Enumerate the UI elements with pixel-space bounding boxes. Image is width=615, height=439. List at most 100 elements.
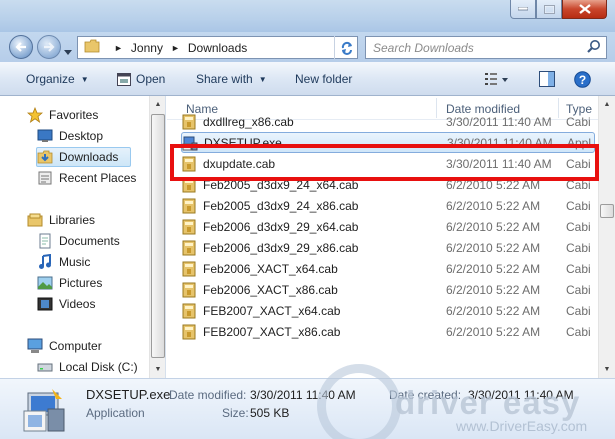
scroll-down-button[interactable]: ▼: [599, 361, 615, 377]
cab-icon: [181, 324, 197, 340]
nav-videos[interactable]: Videos: [37, 294, 95, 314]
scroll-down-button[interactable]: ▼: [150, 361, 165, 377]
file-type: Cabi: [566, 303, 591, 318]
back-button[interactable]: [9, 35, 33, 59]
preview-pane-button[interactable]: [539, 71, 555, 90]
file-row[interactable]: Feb2005_d3dx9_24_x86.cab 6/2/2010 5:22 AM…: [181, 195, 595, 216]
file-type: Cabi: [566, 324, 591, 339]
nav-local-disk[interactable]: Local Disk (C:): [37, 357, 138, 377]
help-button[interactable]: ?: [574, 71, 591, 91]
file-date-modified: 6/2/2010 5:22 AM: [446, 282, 541, 297]
forward-button[interactable]: [37, 35, 61, 59]
open-button[interactable]: Open: [117, 62, 165, 96]
breadcrumb-item-downloads[interactable]: Downloads: [188, 41, 247, 55]
nav-computer[interactable]: Computer: [27, 336, 102, 356]
file-row[interactable]: FEB2007_XACT_x86.cab 6/2/2010 5:22 AM Cabi: [181, 321, 595, 342]
nav-computer-label: Computer: [49, 339, 102, 353]
scroll-up-button[interactable]: ▲: [150, 96, 165, 112]
music-note-icon: [37, 254, 53, 270]
title-bar: [0, 0, 615, 32]
file-row[interactable]: Feb2006_d3dx9_29_x64.cab 6/2/2010 5:22 AM…: [181, 216, 595, 237]
new-folder-label: New folder: [295, 72, 353, 86]
nav-libraries[interactable]: Libraries: [27, 210, 95, 230]
nav-favorites-label: Favorites: [49, 108, 99, 122]
nav-documents[interactable]: Documents: [37, 231, 120, 251]
nav-pane-scrollbar[interactable]: ▲ ▼: [149, 96, 165, 378]
cab-icon: [181, 240, 197, 256]
organize-button[interactable]: Organize ▼: [26, 62, 89, 96]
nav-pictures[interactable]: Pictures: [37, 273, 102, 293]
file-row[interactable]: FEB2007_XACT_x64.cab 6/2/2010 5:22 AM Cabi: [181, 300, 595, 321]
details-size: 505 KB: [250, 406, 290, 420]
nav-videos-label: Videos: [59, 297, 96, 311]
folder-icon: [84, 39, 100, 56]
file-name: Feb2006_d3dx9_29_x64.cab: [203, 219, 359, 234]
cab-icon: [181, 303, 197, 319]
nav-music[interactable]: Music: [37, 252, 90, 272]
address-row: ► Jonny ► Downloads Search Downloads: [0, 32, 615, 62]
search-icon[interactable]: [587, 39, 601, 56]
file-row[interactable]: Feb2006_d3dx9_29_x86.cab 6/2/2010 5:22 AM…: [181, 237, 595, 258]
minimize-button[interactable]: [510, 0, 536, 19]
nav-downloads[interactable]: Downloads: [36, 147, 131, 167]
recent-pages-dropdown[interactable]: [64, 44, 72, 58]
videos-icon: [37, 296, 53, 312]
file-row[interactable]: Feb2006_XACT_x86.cab 6/2/2010 5:22 AM Cabi: [181, 279, 595, 300]
nav-recent-places-label: Recent Places: [59, 171, 137, 185]
scroll-thumb[interactable]: [600, 204, 614, 218]
file-date-modified: 6/2/2010 5:22 AM: [446, 261, 541, 276]
file-date-modified: 6/2/2010 5:22 AM: [446, 240, 541, 255]
details-size-label: Size:: [222, 406, 249, 420]
nav-recent-places[interactable]: Recent Places: [37, 168, 136, 188]
file-name: Feb2006_XACT_x86.cab: [203, 282, 338, 297]
cab-icon: [181, 282, 197, 298]
share-with-button[interactable]: Share with ▼: [196, 62, 267, 96]
pictures-icon: [37, 275, 53, 291]
scroll-up-button[interactable]: ▲: [599, 96, 615, 112]
navigation-pane: Favorites Desktop Downloads Recent Place…: [0, 96, 166, 378]
nav-desktop[interactable]: Desktop: [37, 126, 103, 146]
search-input[interactable]: Search Downloads: [373, 41, 474, 55]
file-type: Cabi: [566, 240, 591, 255]
nav-favorites[interactable]: Favorites: [27, 105, 98, 125]
address-bar[interactable]: ► Jonny ► Downloads: [77, 36, 358, 59]
chevron-right-icon: ►: [170, 42, 180, 53]
nav-documents-label: Documents: [59, 234, 120, 248]
window-controls: [510, 0, 607, 19]
forward-arrow-icon: [44, 42, 55, 52]
maximize-button[interactable]: [536, 0, 562, 19]
cab-icon: [181, 261, 197, 277]
file-list-scrollbar[interactable]: ▲ ▼: [598, 96, 615, 378]
file-type: Cabi: [566, 261, 591, 276]
new-folder-button[interactable]: New folder: [295, 62, 352, 96]
star-icon: [27, 107, 43, 123]
cab-icon: [181, 114, 197, 130]
hard-drive-icon: [37, 359, 53, 375]
nav-local-disk-label: Local Disk (C:): [59, 360, 138, 374]
nav-music-label: Music: [59, 255, 91, 269]
details-filetype: Application: [86, 406, 145, 420]
details-filename: DXSETUP.exe: [86, 387, 171, 402]
downloads-folder-icon: [37, 149, 53, 165]
nav-libraries-label: Libraries: [49, 213, 96, 227]
computer-icon: [27, 338, 43, 354]
chevron-right-icon: ►: [114, 42, 123, 53]
file-row[interactable]: Feb2006_XACT_x64.cab 6/2/2010 5:22 AM Cabi: [181, 258, 595, 279]
search-box[interactable]: Search Downloads: [365, 36, 607, 59]
close-button[interactable]: [562, 0, 607, 19]
refresh-button[interactable]: [334, 36, 358, 59]
file-name: FEB2007_XACT_x64.cab: [203, 303, 341, 318]
file-name: Feb2006_d3dx9_29_x86.cab: [203, 240, 359, 255]
preview-pane-icon: [539, 71, 555, 87]
watermark-brand: driver easy: [395, 384, 581, 421]
change-view-button[interactable]: [484, 71, 510, 90]
file-row[interactable]: dxdllreg_x86.cab 3/30/2011 11:40 AM Cabi: [181, 111, 595, 132]
scroll-thumb[interactable]: [151, 114, 165, 358]
breadcrumb: ► Jonny ► Downloads: [106, 41, 247, 55]
breadcrumb-item-user[interactable]: Jonny: [131, 41, 163, 55]
nav-desktop-label: Desktop: [59, 129, 104, 143]
file-date-modified: 3/30/2011 11:40 AM: [446, 114, 552, 129]
documents-icon: [37, 233, 53, 249]
command-bar: Organize ▼ Open Share with ▼ New folder …: [0, 62, 615, 96]
libraries-icon: [27, 212, 43, 228]
